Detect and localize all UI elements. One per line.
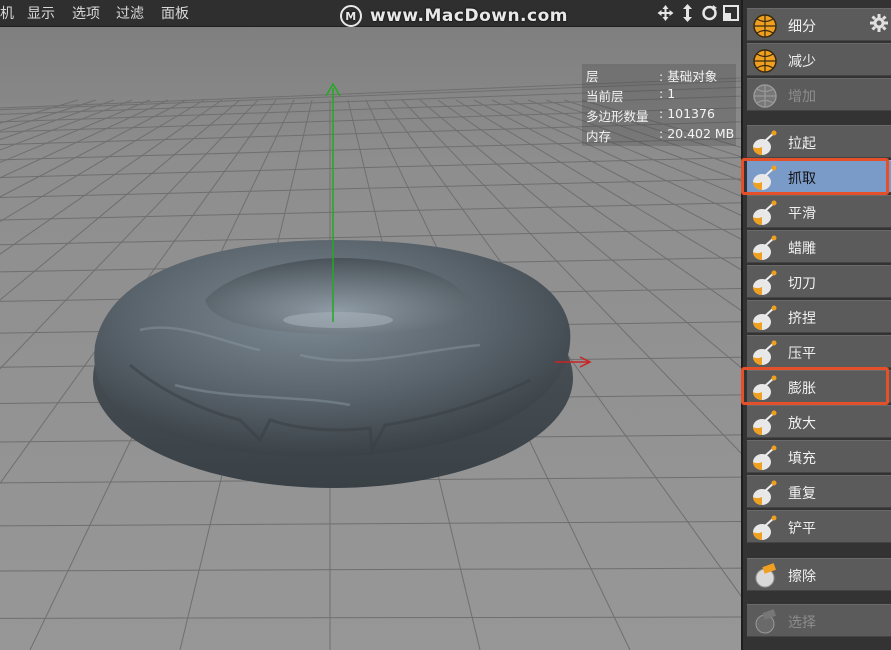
info-value: 20.402 MB xyxy=(659,126,734,141)
pull-brush-icon xyxy=(751,129,779,156)
macdown-logo-icon: M xyxy=(340,5,362,27)
subdivide-sphere-icon xyxy=(751,12,779,39)
menu-filter[interactable]: 过滤 xyxy=(116,3,144,23)
tool-repeat-brush[interactable]: 重复 xyxy=(747,475,891,508)
wax-brush-icon xyxy=(751,234,779,261)
menu-camera[interactable]: 机 xyxy=(0,3,14,23)
tool-label: 蜡雕 xyxy=(788,241,816,257)
info-value: 101376 xyxy=(659,106,715,121)
tool-smooth-brush[interactable]: 平滑 xyxy=(747,195,891,228)
fill-brush-icon xyxy=(751,444,779,471)
tool-pull-brush[interactable]: 拉起 xyxy=(747,125,891,158)
tool-erase-brush[interactable]: 擦除 xyxy=(747,558,891,591)
repeat-brush-icon xyxy=(751,479,779,506)
3d-viewport[interactable]: 机 显示 选项 过滤 面板 M www.MacDown.com 层 基础对象 xyxy=(0,0,741,650)
tool-pinch-brush[interactable]: 挤捏 xyxy=(747,300,891,333)
tool-label: 压平 xyxy=(788,346,816,362)
menu-display[interactable]: 显示 xyxy=(27,3,55,23)
tool-label: 挤捏 xyxy=(788,311,816,327)
tool-scrape-brush[interactable]: 铲平 xyxy=(747,510,891,543)
toggle-layout-icon[interactable] xyxy=(722,2,741,24)
tool-label: 增加 xyxy=(788,89,816,105)
tool-select-brush[interactable]: 选择 xyxy=(747,604,891,637)
flatten-brush-icon xyxy=(751,339,779,366)
tool-label: 抓取 xyxy=(788,171,816,187)
tool-label: 拉起 xyxy=(788,136,816,152)
info-key: 内存 xyxy=(586,129,612,144)
tool-label: 铲平 xyxy=(788,521,816,537)
zoom-view-icon[interactable] xyxy=(678,2,697,24)
viewport-nav-icons xyxy=(656,2,741,24)
info-key: 层 xyxy=(586,69,599,84)
tool-label: 填充 xyxy=(788,451,816,467)
tool-wax-brush[interactable]: 蜡雕 xyxy=(747,230,891,263)
tool-label: 放大 xyxy=(788,416,816,432)
tool-label: 膨胀 xyxy=(788,381,816,397)
smooth-brush-icon xyxy=(751,199,779,226)
object-info-panel: 层 基础对象 当前层 1 多边形数量 101376 内存 20.402 MB xyxy=(582,64,736,146)
decrease-sphere-icon xyxy=(751,47,779,74)
tool-label: 平滑 xyxy=(788,206,816,222)
move-view-icon[interactable] xyxy=(656,2,675,24)
rotate-view-icon[interactable] xyxy=(700,2,719,24)
tool-inflate-brush[interactable]: 膨胀 xyxy=(747,370,891,403)
tool-label: 减少 xyxy=(788,54,816,70)
tool-fill-brush[interactable]: 填充 xyxy=(747,440,891,473)
tool-knife-brush[interactable]: 切刀 xyxy=(747,265,891,298)
tool-amplify-brush[interactable]: 放大 xyxy=(747,405,891,438)
tool-decrease-sphere[interactable]: 减少 xyxy=(747,43,891,76)
erase-brush-icon xyxy=(751,562,779,589)
info-row-polygon-count: 多边形数量 101376 xyxy=(586,106,736,126)
gear-icon[interactable] xyxy=(870,14,888,32)
info-value: 1 xyxy=(659,86,675,101)
watermark: M www.MacDown.com xyxy=(340,4,568,28)
increase-sphere-icon xyxy=(751,82,779,109)
tool-label: 选择 xyxy=(788,615,816,631)
grab-brush-icon xyxy=(751,164,779,191)
hole-highlight xyxy=(283,312,393,328)
amplify-brush-icon xyxy=(751,409,779,436)
tool-increase-sphere[interactable]: 增加 xyxy=(747,78,891,111)
watermark-text: www.MacDown.com xyxy=(370,6,568,26)
info-value: 基础对象 xyxy=(659,66,717,85)
inflate-brush-icon xyxy=(751,374,779,401)
pinch-brush-icon xyxy=(751,304,779,331)
info-key: 当前层 xyxy=(586,89,624,104)
info-key: 多边形数量 xyxy=(586,109,649,124)
tool-label: 擦除 xyxy=(788,569,816,585)
knife-brush-icon xyxy=(751,269,779,296)
info-row-memory: 内存 20.402 MB xyxy=(586,126,736,146)
tool-grab-brush[interactable]: 抓取 xyxy=(747,160,891,193)
menu-panel[interactable]: 面板 xyxy=(161,3,189,23)
tool-label: 细分 xyxy=(788,19,816,35)
menu-options[interactable]: 选项 xyxy=(72,3,100,23)
tool-flatten-brush[interactable]: 压平 xyxy=(747,335,891,368)
info-row-layer: 层 基础对象 xyxy=(586,66,736,86)
scrape-brush-icon xyxy=(751,514,779,541)
tool-label: 切刀 xyxy=(788,276,816,292)
select-brush-icon xyxy=(751,608,779,635)
info-row-current-layer: 当前层 1 xyxy=(586,86,736,106)
tool-label: 重复 xyxy=(788,486,816,502)
